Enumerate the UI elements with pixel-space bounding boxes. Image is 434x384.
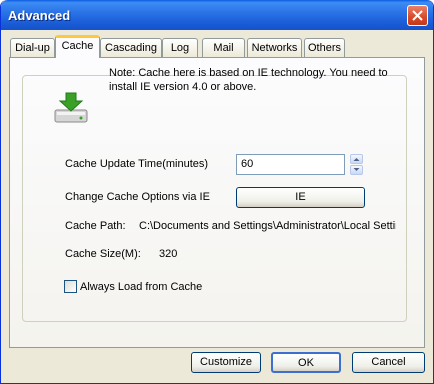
always-load-checkbox[interactable] bbox=[64, 280, 77, 293]
always-load-label[interactable]: Always Load from Cache bbox=[80, 281, 202, 293]
cache-size-label: Cache Size(M): bbox=[65, 248, 141, 260]
arrow-up-icon bbox=[353, 158, 360, 161]
ok-button[interactable]: OK bbox=[271, 352, 341, 373]
window-title: Advanced bbox=[8, 8, 71, 23]
tab-mail[interactable]: Mail bbox=[202, 38, 245, 57]
ie-button[interactable]: IE bbox=[236, 187, 365, 208]
tab-cache[interactable]: Cache bbox=[55, 35, 100, 58]
tab-dial-up[interactable]: Dial-up bbox=[10, 38, 55, 57]
cache-path-label: Cache Path: bbox=[65, 220, 126, 232]
close-icon bbox=[412, 10, 423, 21]
cache-size-value: 320 bbox=[159, 248, 178, 260]
close-button[interactable] bbox=[407, 5, 428, 26]
update-time-spinner[interactable] bbox=[350, 154, 363, 175]
spin-down-button[interactable] bbox=[350, 165, 363, 175]
title-bar[interactable]: Advanced bbox=[1, 0, 433, 30]
cache-path-value: C:\Documents and Settings\Administrator\… bbox=[139, 220, 396, 232]
tab-cascading[interactable]: Cascading bbox=[100, 38, 162, 57]
advanced-dialog: Advanced Dial-up Cache Cascading Log Mai… bbox=[0, 0, 434, 384]
cancel-button[interactable]: Cancel bbox=[352, 352, 425, 373]
ie-requirement-note: Note: Cache here is based on IE technolo… bbox=[109, 67, 388, 93]
customize-button[interactable]: Customize bbox=[191, 352, 261, 373]
arrow-down-icon bbox=[353, 168, 360, 171]
download-drive-icon bbox=[54, 92, 88, 123]
tab-log[interactable]: Log bbox=[162, 38, 198, 57]
update-time-input[interactable]: 60 bbox=[236, 154, 345, 175]
tab-networks[interactable]: Networks bbox=[247, 38, 302, 57]
update-time-label: Cache Update Time(minutes) bbox=[65, 158, 209, 170]
tab-others[interactable]: Others bbox=[304, 38, 345, 57]
spin-up-button[interactable] bbox=[350, 154, 363, 164]
change-options-label: Change Cache Options via IE bbox=[65, 191, 210, 203]
